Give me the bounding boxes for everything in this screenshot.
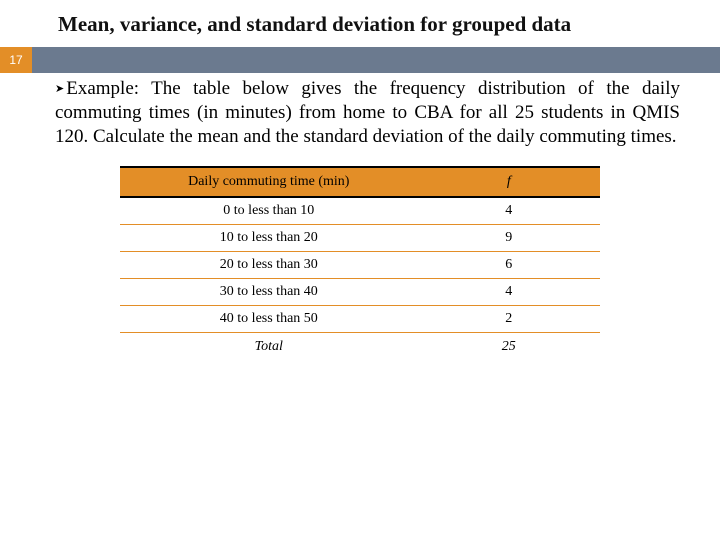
cell-f: 4 bbox=[418, 279, 600, 306]
example-text: The table below gives the frequency dist… bbox=[55, 78, 680, 147]
cell-range: 30 to less than 40 bbox=[120, 279, 418, 306]
cell-range: 20 to less than 30 bbox=[120, 252, 418, 279]
slide-title: Mean, variance, and standard deviation f… bbox=[0, 0, 720, 47]
total-value: 25 bbox=[418, 333, 600, 361]
col-header-f: f bbox=[418, 167, 600, 197]
data-table-wrap: Daily commuting time (min) f 0 to less t… bbox=[120, 166, 600, 360]
table-header-row: Daily commuting time (min) f bbox=[120, 167, 600, 197]
total-label: Total bbox=[120, 333, 418, 361]
header-bar: 17 bbox=[0, 47, 720, 73]
header-bar-fill bbox=[32, 47, 720, 73]
col-header-range: Daily commuting time (min) bbox=[120, 167, 418, 197]
cell-f: 2 bbox=[418, 306, 600, 333]
data-table: Daily commuting time (min) f 0 to less t… bbox=[120, 166, 600, 360]
page-number: 17 bbox=[0, 47, 32, 73]
table-row: 0 to less than 10 4 bbox=[120, 197, 600, 225]
body-text: ➤Example: The table below gives the freq… bbox=[0, 73, 720, 148]
cell-f: 9 bbox=[418, 225, 600, 252]
cell-f: 4 bbox=[418, 197, 600, 225]
table-row: 40 to less than 50 2 bbox=[120, 306, 600, 333]
table-row: 20 to less than 30 6 bbox=[120, 252, 600, 279]
cell-f: 6 bbox=[418, 252, 600, 279]
example-label: Example: bbox=[66, 78, 139, 99]
table-row: 10 to less than 20 9 bbox=[120, 225, 600, 252]
bullet-icon: ➤ bbox=[55, 83, 64, 95]
slide: Mean, variance, and standard deviation f… bbox=[0, 0, 720, 540]
table-total-row: Total 25 bbox=[120, 333, 600, 361]
cell-range: 10 to less than 20 bbox=[120, 225, 418, 252]
cell-range: 0 to less than 10 bbox=[120, 197, 418, 225]
table-row: 30 to less than 40 4 bbox=[120, 279, 600, 306]
cell-range: 40 to less than 50 bbox=[120, 306, 418, 333]
